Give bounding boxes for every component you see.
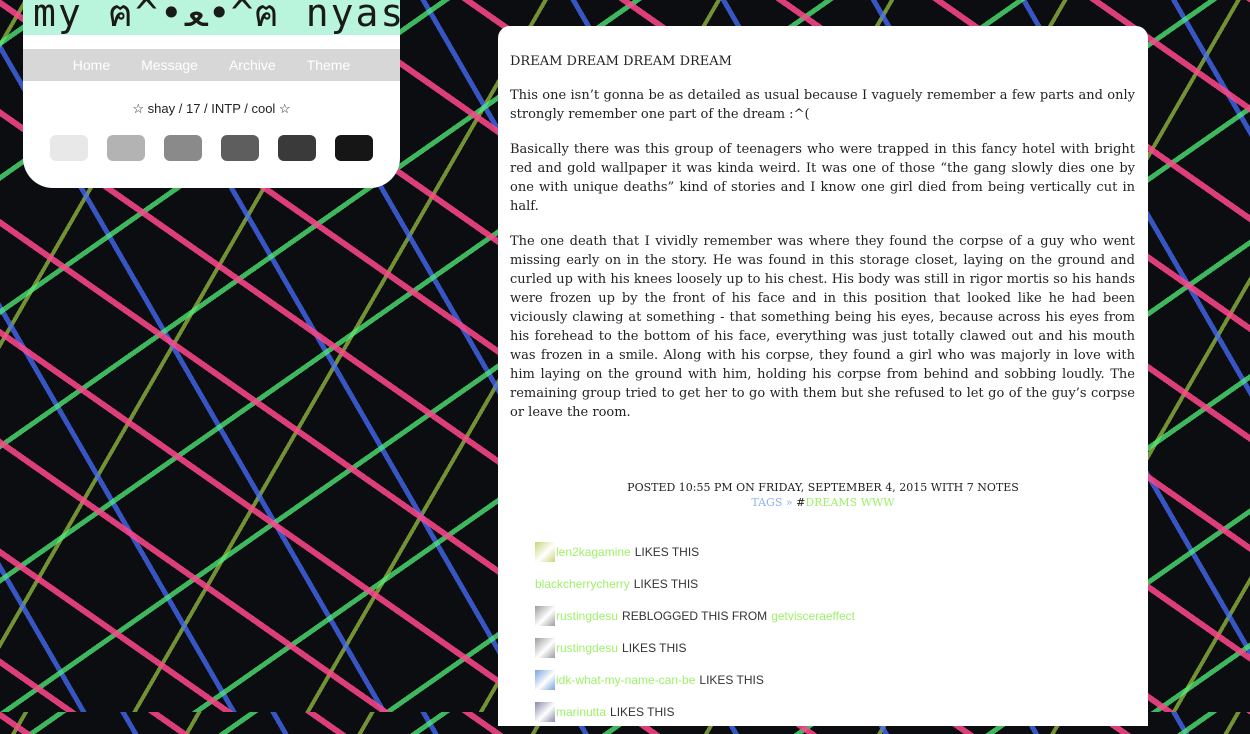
- note-item: idk-what-my-name-can-be LIKES THIS: [535, 670, 1135, 690]
- nav-archive-link[interactable]: Archive: [229, 57, 276, 73]
- post-date-notes[interactable]: POSTED 10:55 PM ON FRIDAY, SEPTEMBER 4, …: [498, 480, 1148, 495]
- blog-header: my ฅ^•ﻌ•^ฅ nyas?: [23, 0, 400, 35]
- note-username[interactable]: rustingdesu: [556, 641, 618, 655]
- avatar[interactable]: [535, 670, 555, 690]
- post-container: DREAM DREAM DREAM DREAM This one isn’t g…: [498, 26, 1148, 726]
- post-paragraph: This one isn’t gonna be as detailed as u…: [510, 88, 1135, 122]
- tags-line: TAGS » #DREAMS WWW: [498, 495, 1148, 510]
- note-username[interactable]: rustingdesu: [556, 609, 618, 623]
- avatar[interactable]: [535, 638, 555, 658]
- note-username[interactable]: blackcherrycherry: [535, 577, 630, 591]
- note-item: blackcherrycherry LIKES THIS: [535, 574, 1135, 594]
- post-meta: POSTED 10:55 PM ON FRIDAY, SEPTEMBER 4, …: [498, 480, 1148, 510]
- post-paragraph: Basically there was this group of teenag…: [510, 142, 1135, 214]
- note-username[interactable]: idk-what-my-name-can-be: [556, 673, 695, 687]
- swatch-button[interactable]: [335, 135, 373, 161]
- nav-message-link[interactable]: Message: [141, 57, 198, 73]
- note-username[interactable]: len2kagamine: [556, 545, 631, 559]
- note-username[interactable]: marinutta: [556, 705, 606, 719]
- note-item: rustingdesu REBLOGGED THIS FROM getvisce…: [535, 606, 1135, 626]
- blog-nav: Home Message Archive Theme: [23, 49, 400, 81]
- note-action: REBLOGGED THIS FROM: [622, 609, 768, 623]
- nav-home-link[interactable]: Home: [73, 57, 110, 73]
- note-action: LIKES THIS: [633, 577, 699, 591]
- avatar[interactable]: [535, 702, 555, 722]
- note-action: LIKES THIS: [699, 673, 764, 687]
- note-item: rustingdesu LIKES THIS: [535, 638, 1135, 658]
- nav-theme-link[interactable]: Theme: [307, 57, 351, 73]
- avatar[interactable]: [535, 542, 555, 562]
- note-action: LIKES THIS: [622, 641, 687, 655]
- avatar[interactable]: [535, 606, 555, 626]
- swatch-button[interactable]: [221, 135, 259, 161]
- blog-description: ☆ shay / 17 / INTP / cool ☆: [132, 101, 291, 116]
- tag-link[interactable]: DREAMS WWW: [805, 496, 894, 509]
- note-item: len2kagamine LIKES THIS: [535, 542, 1135, 562]
- swatch-button[interactable]: [164, 135, 202, 161]
- post-paragraph: The one death that I vividly remember wa…: [510, 234, 1135, 420]
- post-title: DREAM DREAM DREAM DREAM: [510, 54, 732, 69]
- tag-hash: #: [796, 496, 806, 509]
- note-source-link[interactable]: getvisceraeffect: [771, 609, 855, 623]
- blog-title[interactable]: my ฅ^•ﻌ•^ฅ nyas?: [33, 0, 400, 35]
- swatch-button[interactable]: [107, 135, 145, 161]
- swatch-row: [50, 135, 373, 161]
- note-item: marinutta LIKES THIS: [535, 702, 1135, 722]
- note-action: LIKES THIS: [610, 705, 675, 719]
- swatch-button[interactable]: [50, 135, 88, 161]
- notes-list: len2kagamine LIKES THIS blackcherrycherr…: [535, 542, 1135, 734]
- note-action: LIKES THIS: [634, 545, 700, 559]
- blog-sidebar: my ฅ^•ﻌ•^ฅ nyas? Home Message Archive Th…: [23, 0, 400, 188]
- tags-label: TAGS »: [751, 496, 793, 509]
- swatch-button[interactable]: [278, 135, 316, 161]
